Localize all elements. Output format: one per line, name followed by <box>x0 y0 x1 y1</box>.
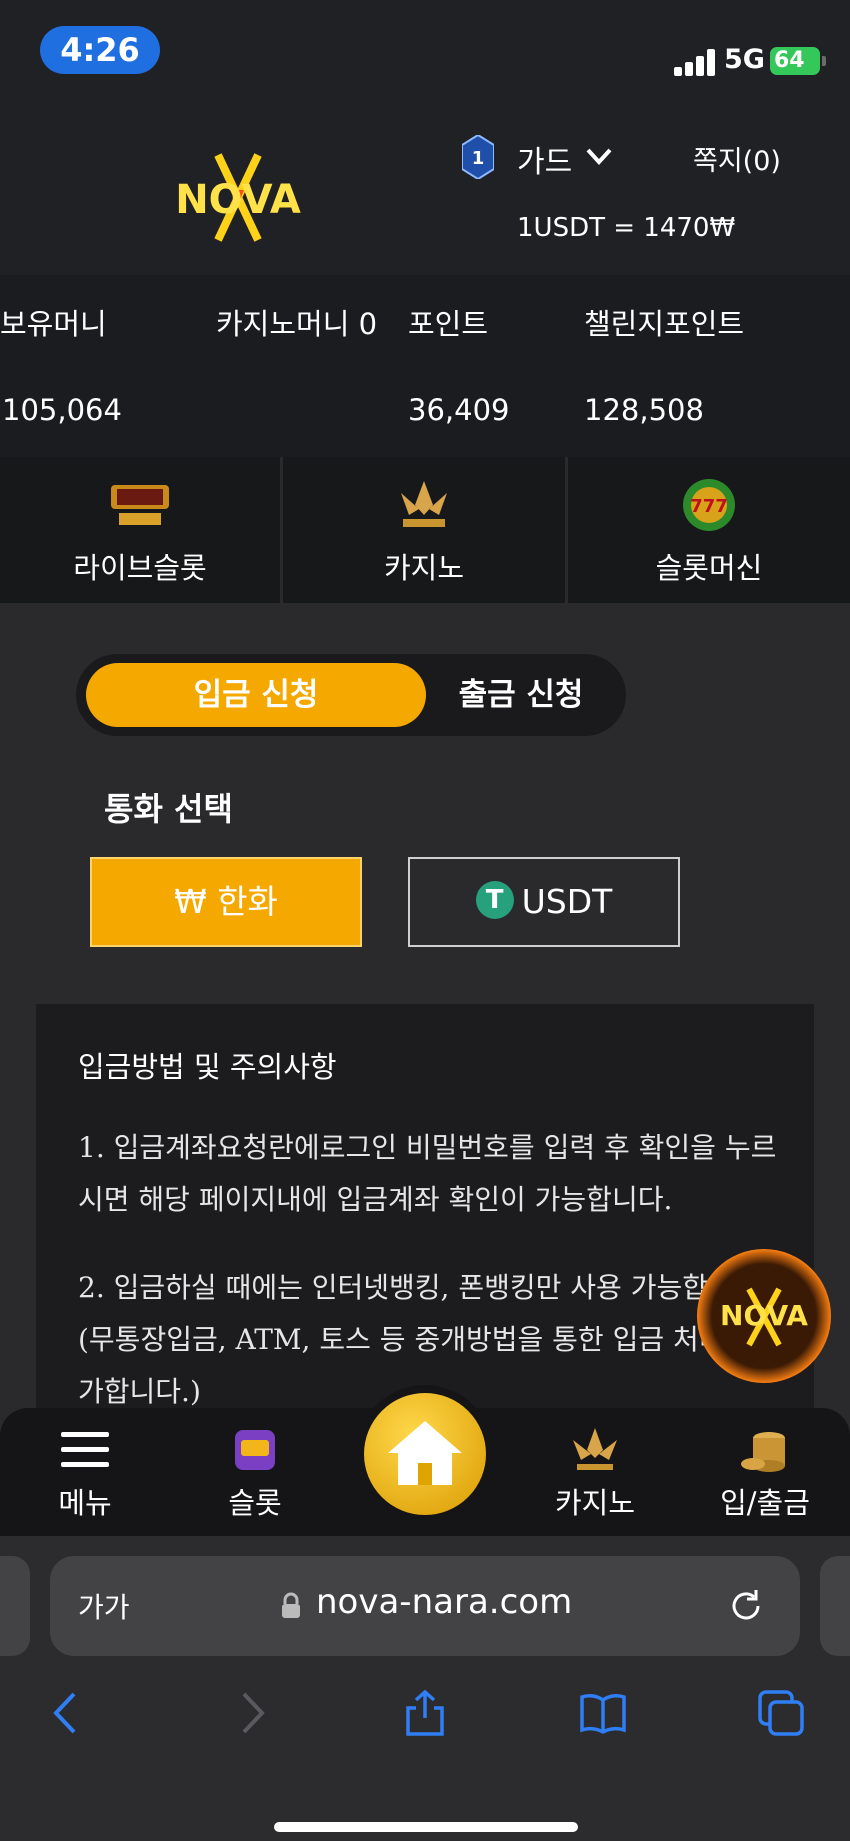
home-button[interactable] <box>356 1385 494 1523</box>
nav-menu-label: 메뉴 <box>58 1486 112 1520</box>
balance-panel: 보유머니 카지노머니 0 포인트 챌린지포인트 105,064 36,409 1… <box>0 275 850 457</box>
logo-text: NOVA <box>720 1299 808 1332</box>
bookmarks-icon[interactable] <box>578 1688 628 1738</box>
level-badge-icon: 1 <box>462 135 494 179</box>
usdt-icon: T <box>475 880 514 919</box>
next-tab-peek[interactable] <box>820 1556 850 1656</box>
point-label: 포인트 <box>408 307 489 341</box>
home-icon <box>388 1421 462 1485</box>
slot-machine-icon <box>235 1430 275 1470</box>
nova-logo[interactable]: NOVA <box>148 145 328 245</box>
url-text: nova-nara.com <box>316 1582 573 1622</box>
nav-casino-label: 카지노 <box>554 1486 636 1520</box>
notice-item-1: 1. 입금계좌요청란에로그인 비밀번호를 입력 후 확인을 누르시면 해당 페이… <box>78 1131 777 1216</box>
status-bar: 4:26 5G 64 <box>0 0 850 105</box>
floating-nova-button[interactable]: NOVA <box>697 1249 831 1383</box>
back-icon[interactable] <box>42 1688 92 1738</box>
lock-icon <box>282 1592 300 1618</box>
exchange-rate: 1USDT = 1470₩ <box>517 213 736 243</box>
category-label: 카지노 <box>383 551 465 585</box>
deposit-withdraw-tabs: 입금 신청 출금 신청 <box>76 654 626 736</box>
share-icon[interactable] <box>400 1688 450 1738</box>
tab-withdraw-request[interactable]: 출금 신청 <box>426 663 616 727</box>
coins-icon <box>741 1432 785 1472</box>
chevron-down-icon[interactable] <box>584 141 614 171</box>
logo-text: NOVA <box>175 177 301 223</box>
reload-icon[interactable] <box>726 1586 766 1626</box>
site-header: NOVA 1 가드 쪽지(0) 1USDT = 1470₩ <box>0 105 850 275</box>
held-money-value: 105,064 <box>2 393 122 427</box>
rank-label[interactable]: 가드 <box>517 137 572 181</box>
nav-menu[interactable]: 메뉴 <box>10 1408 160 1536</box>
notice-title: 입금방법 및 주의사항 <box>78 1050 337 1084</box>
nav-deposit-withdraw-label: 입/출금 <box>720 1486 810 1520</box>
category-label: 라이브슬롯 <box>73 551 207 585</box>
text-size-button[interactable]: 가가 <box>78 1586 130 1626</box>
cellular-signal-icon <box>674 48 716 76</box>
tab-deposit-request[interactable]: 입금 신청 <box>86 663 426 727</box>
nav-casino[interactable]: 카지노 <box>520 1408 670 1536</box>
nav-deposit-withdraw[interactable]: 입/출금 <box>690 1408 840 1536</box>
svg-text:777: 777 <box>690 496 728 517</box>
currency-usdt-button[interactable]: T USDT <box>408 857 680 947</box>
k-slot-icon <box>573 1428 617 1470</box>
address-bar[interactable]: 가가 nova-nara.com <box>50 1556 800 1656</box>
network-type: 5G <box>724 44 765 75</box>
category-label: 슬롯머신 <box>655 551 763 585</box>
usdt-label: USDT <box>521 882 613 921</box>
browser-chrome: 가가 nova-nara.com <box>0 1536 850 1841</box>
held-money-label: 보유머니 <box>0 307 107 341</box>
category-slot-machine[interactable]: 777 슬롯머신 <box>568 457 850 603</box>
forward-icon[interactable] <box>226 1688 276 1738</box>
k-slot-icon <box>401 481 447 527</box>
hamburger-menu-icon <box>61 1432 109 1467</box>
nav-slot[interactable]: 슬롯 <box>180 1408 330 1536</box>
nova-logo-icon: NOVA <box>720 1287 808 1347</box>
category-casino[interactable]: 카지노 <box>283 457 568 603</box>
currency-krw-button[interactable]: ₩ 한화 <box>90 857 362 947</box>
home-indicator <box>274 1822 578 1832</box>
game-category-bar: 라이브슬롯 카지노 777 슬롯머신 <box>0 457 850 603</box>
tabs-icon[interactable] <box>756 1688 806 1738</box>
live-slot-icon <box>111 485 169 525</box>
category-live-slot[interactable]: 라이브슬롯 <box>0 457 283 603</box>
status-time: 4:26 <box>40 26 160 74</box>
challenge-point-label: 챌린지포인트 <box>584 307 745 341</box>
currency-select-title: 통화 선택 <box>104 790 233 828</box>
nav-slot-label: 슬롯 <box>228 1486 282 1520</box>
challenge-point-value: 128,508 <box>584 393 704 427</box>
battery-level: 64 <box>774 48 805 73</box>
777-slots-icon: 777 <box>683 479 735 531</box>
casino-money-label: 카지노머니 0 <box>216 307 378 341</box>
level-number: 1 <box>472 148 485 169</box>
previous-tab-peek[interactable] <box>0 1556 30 1656</box>
point-value: 36,409 <box>408 393 510 427</box>
battery-icon: 64 <box>770 47 826 75</box>
messages-link[interactable]: 쪽지(0) <box>693 139 781 178</box>
